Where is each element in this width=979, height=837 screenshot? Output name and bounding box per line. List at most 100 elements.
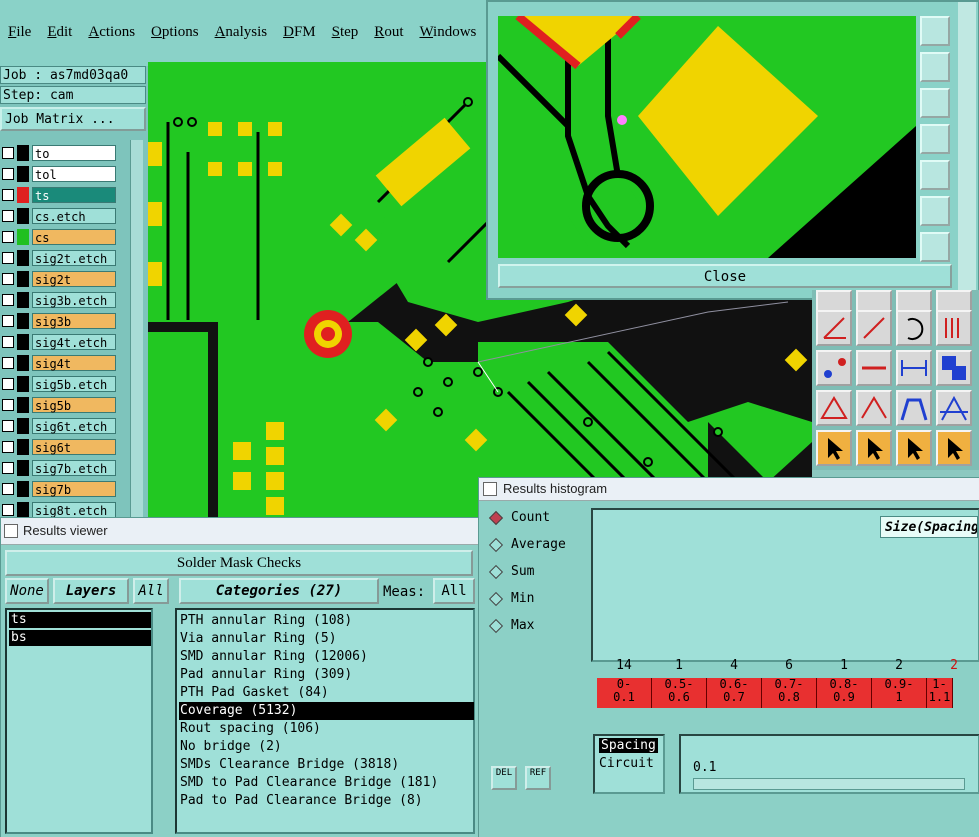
type-list[interactable]: Spacing Circuit (593, 734, 665, 794)
layer-name[interactable]: sig6t (32, 439, 116, 455)
layer-name[interactable]: sig4t (32, 355, 116, 371)
layer-color-swatch[interactable] (17, 208, 29, 224)
layer-row-sig7b[interactable]: sig7b (0, 480, 118, 498)
layer-checkbox[interactable] (2, 168, 14, 180)
layer-color-swatch[interactable] (17, 313, 29, 329)
layer-checkbox[interactable] (2, 189, 14, 201)
layer-checkbox[interactable] (2, 147, 14, 159)
layers-button[interactable]: Layers (53, 578, 129, 604)
layer-color-swatch[interactable] (17, 250, 29, 266)
layer-checkbox[interactable] (2, 336, 14, 348)
layer-color-swatch[interactable] (17, 439, 29, 455)
none-button[interactable]: None (5, 578, 49, 604)
measurement-all-button[interactable]: All (433, 578, 475, 604)
mode-radio-count[interactable]: Count (487, 508, 587, 528)
category-item[interactable]: No bridge (2) (179, 738, 474, 756)
histogram-bin[interactable]: 0.8- 0.9 (817, 678, 872, 708)
layer-row-sig5b-etch[interactable]: sig5b.etch (0, 375, 118, 393)
layer-checkbox[interactable] (2, 252, 14, 264)
result-layer-list[interactable]: ts bs (5, 608, 153, 834)
pointer-select-icon[interactable] (856, 430, 892, 466)
layer-color-swatch[interactable] (17, 334, 29, 350)
layer-name[interactable]: sig3b (32, 313, 116, 329)
threshold-slider[interactable] (693, 778, 965, 790)
histogram-bin[interactable]: 1- 1.1 (927, 678, 953, 708)
layer-row-ts[interactable]: ts (0, 186, 118, 204)
histogram-bin[interactable]: 0.5- 0.6 (652, 678, 707, 708)
layer-checkbox[interactable] (2, 399, 14, 411)
arc-tool-icon[interactable] (896, 310, 932, 346)
layer-name[interactable]: sig2t.etch (32, 250, 116, 266)
layer-checkbox[interactable] (2, 420, 14, 432)
layer-color-swatch[interactable] (17, 292, 29, 308)
histogram-bin[interactable]: 0- 0.1 (597, 678, 652, 708)
triangle-tool-2-icon[interactable] (856, 390, 892, 426)
layer-row-sig2t[interactable]: sig2t (0, 270, 118, 288)
layer-checkbox[interactable] (2, 483, 14, 495)
category-item[interactable]: Via annular Ring (5) (179, 630, 474, 648)
all-layers-button[interactable]: All (133, 578, 169, 604)
job-matrix-button[interactable]: Job Matrix ... (0, 107, 146, 131)
type-item-spacing[interactable]: Spacing (599, 738, 658, 753)
layer-list-scrollbar[interactable] (130, 140, 143, 520)
category-item[interactable]: Pad to Pad Clearance Bridge (8) (179, 792, 474, 810)
layer-row-cs[interactable]: cs (0, 228, 118, 246)
menu-options[interactable]: Options (143, 24, 207, 41)
layer-color-swatch[interactable] (17, 418, 29, 434)
zoom-fit-icon[interactable] (920, 196, 950, 226)
layer-row-sig2t-etch[interactable]: sig2t.etch (0, 249, 118, 267)
menu-step[interactable]: Step (324, 24, 367, 41)
layer-color-swatch[interactable] (17, 229, 29, 245)
histogram-bin[interactable]: 0.9- 1 (872, 678, 927, 708)
layer-color-swatch[interactable] (17, 271, 29, 287)
histogram-bin[interactable]: 0.6- 0.7 (707, 678, 762, 708)
zoom-in-icon[interactable] (920, 16, 950, 46)
pointer-snap-icon[interactable] (936, 430, 972, 466)
layer-row-sig6t-etch[interactable]: sig6t.etch (0, 417, 118, 435)
layer-checkbox[interactable] (2, 231, 14, 243)
menu-dfm[interactable]: DFM (275, 24, 324, 41)
category-item[interactable]: SMDs Clearance Bridge (3818) (179, 756, 474, 774)
select-point-icon[interactable] (816, 350, 852, 386)
horizontal-line-icon[interactable] (856, 350, 892, 386)
layer-name[interactable]: sig7b (32, 481, 116, 497)
menu-analysis[interactable]: Analysis (207, 24, 276, 41)
layer-row-sig4t-etch[interactable]: sig4t.etch (0, 333, 118, 351)
layer-name[interactable]: sig5b (32, 397, 116, 413)
category-item[interactable]: Pad annular Ring (309) (179, 666, 474, 684)
layer-row-sig4t[interactable]: sig4t (0, 354, 118, 372)
refresh-button[interactable]: REF (525, 766, 551, 790)
zoom-out-icon[interactable] (920, 232, 950, 262)
layer-color-swatch[interactable] (17, 166, 29, 182)
category-item[interactable]: SMD to Pad Clearance Bridge (181) (179, 774, 474, 792)
layer-name[interactable]: sig6t.etch (32, 418, 116, 434)
layer-name[interactable]: sig4t.etch (32, 334, 116, 350)
mode-radio-max[interactable]: Max (487, 616, 587, 636)
layer-row-sig3b-etch[interactable]: sig3b.etch (0, 291, 118, 309)
overlap-icon[interactable] (936, 350, 972, 386)
layer-name[interactable]: sig3b.etch (32, 292, 116, 308)
pan-down-icon[interactable] (920, 88, 950, 118)
layer-name[interactable]: cs.etch (32, 208, 116, 224)
layer-checkbox[interactable] (2, 273, 14, 285)
layer-checkbox[interactable] (2, 504, 14, 516)
category-item[interactable]: PTH annular Ring (108) (179, 612, 474, 630)
menu-actions[interactable]: Actions (80, 24, 143, 41)
pan-left-icon[interactable] (920, 124, 950, 154)
menu-rout[interactable]: Rout (366, 24, 411, 41)
menu-edit[interactable]: Edit (39, 24, 80, 41)
layer-color-swatch[interactable] (17, 145, 29, 161)
measure-distance-icon[interactable] (896, 350, 932, 386)
popview-canvas[interactable] (498, 16, 916, 258)
layer-checkbox[interactable] (2, 378, 14, 390)
category-item[interactable]: Rout spacing (106) (179, 720, 474, 738)
menu-windows[interactable]: Windows (411, 24, 484, 41)
pointer-rotate-icon[interactable] (896, 430, 932, 466)
layer-row-sig5b[interactable]: sig5b (0, 396, 118, 414)
parallel-tool-icon[interactable] (936, 310, 972, 346)
layer-name[interactable]: sig2t (32, 271, 116, 287)
layer-row-tol[interactable]: tol (0, 165, 118, 183)
result-layer-item[interactable]: bs (9, 630, 151, 646)
layer-name[interactable]: ts (32, 187, 116, 203)
arch-tool-icon[interactable] (896, 390, 932, 426)
